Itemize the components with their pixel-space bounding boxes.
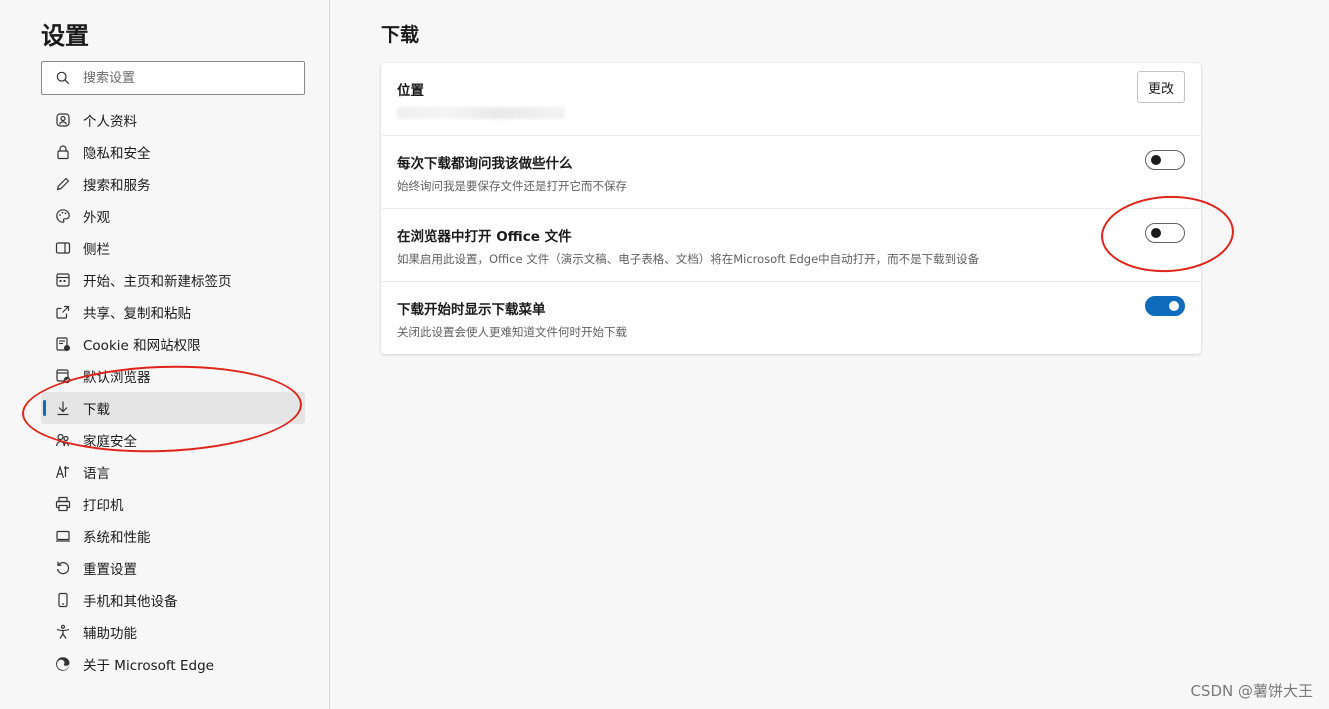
sidebar-item-languages[interactable]: 语言 — [0, 456, 330, 488]
change-location-button[interactable]: 更改 — [1137, 71, 1185, 103]
sidebar-item-label: 关于 Microsoft Edge — [83, 658, 214, 674]
sidebar-item-system[interactable]: 系统和性能 — [0, 520, 330, 552]
sidebar-item-label: 手机和其他设备 — [83, 594, 178, 610]
home-icon — [54, 271, 72, 289]
ask-each-time-row: 每次下载都询问我该做些什么 始终询问我是要保存文件还是打开它而不保存 — [381, 136, 1201, 209]
sidebar-item-default-browser[interactable]: 默认浏览器 — [0, 360, 330, 392]
show-menu-toggle[interactable] — [1145, 296, 1185, 316]
ask-each-time-desc: 始终询问我是要保存文件还是打开它而不保存 — [397, 179, 627, 193]
ask-each-time-toggle[interactable] — [1145, 150, 1185, 170]
settings-window: 设置 个人资料 隐私和安全 — [0, 0, 1329, 709]
phone-icon — [54, 591, 72, 609]
sidebar-item-reset[interactable]: 重置设置 — [0, 552, 330, 584]
sidebar-item-privacy[interactable]: 隐私和安全 — [0, 136, 330, 168]
sidebar-item-downloads[interactable]: 下载 — [41, 392, 305, 424]
sidebar-item-label: 家庭安全 — [83, 434, 137, 450]
sidebar-item-phone-devices[interactable]: 手机和其他设备 — [0, 584, 330, 616]
watermark: CSDN @薯饼大王 — [1190, 682, 1313, 700]
sidebar-item-label: 开始、主页和新建标签页 — [83, 274, 232, 290]
open-office-row: 在浏览器中打开 Office 文件 如果启用此设置，Office 文件（演示文稿… — [381, 209, 1201, 282]
sidebar: 设置 个人资料 隐私和安全 — [0, 0, 330, 709]
page-title: 下载 — [381, 24, 420, 46]
open-office-desc: 如果启用此设置，Office 文件（演示文稿、电子表格、文档）将在Microso… — [397, 252, 980, 266]
show-menu-row: 下载开始时显示下载菜单 关闭此设置会使人更难知道文件何时开始下载 — [381, 282, 1201, 354]
open-office-title: 在浏览器中打开 Office 文件 — [397, 229, 572, 245]
sidebar-item-sidebar[interactable]: 侧栏 — [0, 232, 330, 264]
settings-nav: 个人资料 隐私和安全 搜索和服务 外观 侧栏 开始、主页和新建标签页 共享、复制… — [0, 104, 330, 680]
toggle-knob — [1151, 155, 1161, 165]
reset-icon — [54, 559, 72, 577]
sidebar-item-label: 下载 — [83, 402, 110, 418]
sidebar-item-accessibility[interactable]: 辅助功能 — [0, 616, 330, 648]
family-icon — [54, 431, 72, 449]
sidebar-item-label: 隐私和安全 — [83, 146, 151, 162]
edge-icon — [54, 655, 72, 673]
sidebar-item-label: 默认浏览器 — [83, 370, 151, 386]
sidebar-item-label: Cookie 和网站权限 — [83, 338, 201, 354]
toggle-knob — [1169, 301, 1179, 311]
sidebar-item-appearance[interactable]: 外观 — [0, 200, 330, 232]
sidebar-item-family-safety[interactable]: 家庭安全 — [0, 424, 330, 456]
sidebar-item-label: 侧栏 — [83, 242, 110, 258]
system-icon — [54, 527, 72, 545]
search-input[interactable] — [83, 70, 304, 86]
sidebar-item-label: 辅助功能 — [83, 626, 137, 642]
sidebar-item-printers[interactable]: 打印机 — [0, 488, 330, 520]
search-box[interactable] — [41, 61, 305, 95]
profile-icon — [54, 111, 72, 129]
sidebar-item-label: 语言 — [83, 466, 110, 482]
palette-icon — [54, 207, 72, 225]
sidebar-item-label: 系统和性能 — [83, 530, 151, 546]
share-icon — [54, 303, 72, 321]
language-icon — [54, 463, 72, 481]
pencil-icon — [54, 175, 72, 193]
open-office-toggle[interactable] — [1145, 223, 1185, 243]
search-icon — [56, 71, 70, 85]
sidebar-item-about-edge[interactable]: 关于 Microsoft Edge — [0, 648, 330, 680]
sidebar-item-label: 搜索和服务 — [83, 178, 151, 194]
sidebar-item-cookies[interactable]: Cookie 和网站权限 — [0, 328, 330, 360]
show-menu-title: 下载开始时显示下载菜单 — [397, 302, 546, 318]
sidebar-item-label: 重置设置 — [83, 562, 137, 578]
show-menu-desc: 关闭此设置会使人更难知道文件何时开始下载 — [397, 325, 627, 339]
sidebar-icon — [54, 239, 72, 257]
browser-icon — [54, 367, 72, 385]
sidebar-title: 设置 — [41, 22, 89, 50]
location-row: 位置 更改 — [381, 63, 1201, 136]
ask-each-time-title: 每次下载都询问我该做些什么 — [397, 156, 573, 172]
main-panel: 下载 位置 更改 每次下载都询问我该做些什么 始终询问我是要保存文件还是打开它而… — [331, 0, 1329, 709]
download-icon — [54, 399, 72, 417]
sidebar-item-label: 共享、复制和粘贴 — [83, 306, 191, 322]
sidebar-item-search-services[interactable]: 搜索和服务 — [0, 168, 330, 200]
sidebar-item-start-home[interactable]: 开始、主页和新建标签页 — [0, 264, 330, 296]
cookie-icon — [54, 335, 72, 353]
downloads-settings-card: 位置 更改 每次下载都询问我该做些什么 始终询问我是要保存文件还是打开它而不保存… — [381, 63, 1201, 354]
sidebar-item-label: 个人资料 — [83, 114, 137, 130]
sidebar-item-profile[interactable]: 个人资料 — [0, 104, 330, 136]
location-title: 位置 — [397, 83, 424, 99]
toggle-knob — [1151, 228, 1161, 238]
sidebar-item-label: 外观 — [83, 210, 110, 226]
lock-icon — [54, 143, 72, 161]
download-path-value — [397, 107, 565, 119]
printer-icon — [54, 495, 72, 513]
sidebar-item-label: 打印机 — [83, 498, 124, 514]
accessibility-icon — [54, 623, 72, 641]
sidebar-item-share-copy-paste[interactable]: 共享、复制和粘贴 — [0, 296, 330, 328]
